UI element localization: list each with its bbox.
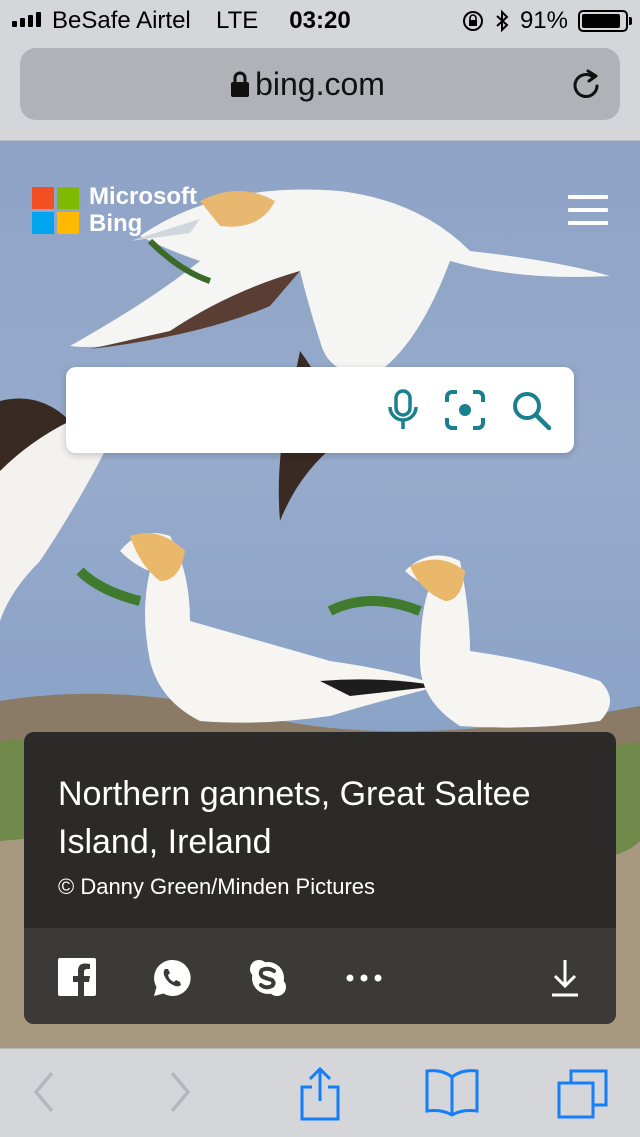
address-bar[interactable]: bing.com <box>20 48 620 120</box>
share-bar <box>24 928 616 1024</box>
search-box <box>66 367 574 453</box>
image-title[interactable]: Northern gannets, Great Saltee Island, I… <box>58 770 598 866</box>
more-icon[interactable] <box>344 958 384 998</box>
battery-icon <box>578 10 632 32</box>
image-caption-card: Northern gannets, Great Saltee Island, I… <box>24 732 616 1024</box>
bluetooth-icon <box>496 9 509 33</box>
visual-search-icon[interactable] <box>444 389 486 431</box>
forward-icon[interactable] <box>166 1067 196 1117</box>
url-text[interactable]: bing.com <box>20 66 620 103</box>
search-input[interactable] <box>82 387 376 435</box>
browser-header: bing.com <box>0 40 640 141</box>
brand-line-bing: Bing <box>89 210 143 237</box>
browser-toolbar <box>0 1048 640 1137</box>
whatsapp-icon[interactable] <box>152 958 192 998</box>
search-icon[interactable] <box>510 389 552 431</box>
brand-line-microsoft: Microsoft <box>89 183 197 210</box>
status-bar: BeSafe Airtel LTE 03:20 91% <box>0 0 640 40</box>
battery-percent: 91% <box>519 7 568 34</box>
bing-logo[interactable]: Microsoft Bing <box>32 183 197 237</box>
skype-icon[interactable] <box>248 958 288 998</box>
tabs-icon[interactable] <box>556 1067 610 1121</box>
back-icon[interactable] <box>28 1067 58 1117</box>
menu-icon[interactable] <box>568 195 608 234</box>
microsoft-logo-icon <box>32 186 79 234</box>
image-credit: © Danny Green/Minden Pictures <box>58 874 376 899</box>
microphone-icon[interactable] <box>386 389 420 431</box>
brand-name: Microsoft Bing <box>89 183 197 237</box>
orientation-lock-icon <box>462 11 483 31</box>
reload-icon[interactable] <box>570 66 604 102</box>
facebook-icon[interactable] <box>58 958 96 996</box>
bookmarks-icon[interactable] <box>424 1067 480 1117</box>
download-icon[interactable] <box>548 958 582 998</box>
share-icon[interactable] <box>298 1067 342 1121</box>
